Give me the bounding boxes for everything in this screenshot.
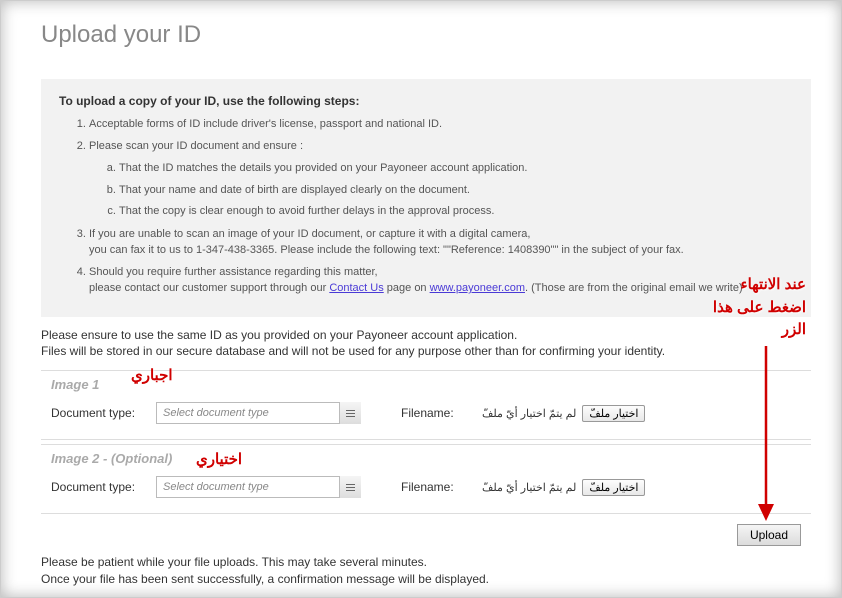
browse-button-2[interactable]: اختيار ملفّ	[582, 479, 645, 496]
instruction-item-1: Acceptable forms of ID include driver's …	[89, 116, 793, 133]
image-2-section: Image 2 - (Optional) Document type: Sele…	[41, 444, 811, 514]
payoneer-link[interactable]: www.payoneer.com	[430, 282, 525, 294]
image-1-title: Image 1	[51, 377, 801, 392]
image-2-title: Image 2 - (Optional)	[51, 451, 801, 466]
sublist-item-c: That the copy is clear enough to avoid f…	[119, 203, 793, 220]
file-status-1: لم يتمّ اختيار أيّ ملفّ	[476, 407, 582, 420]
doc-type-select-2[interactable]: Select document type	[156, 476, 361, 498]
doc-type-label-2: Document type:	[51, 480, 146, 494]
filename-label-2: Filename:	[401, 480, 466, 494]
instruction-item-4: Should you require further assistance re…	[89, 264, 793, 297]
browse-button-1[interactable]: اختيار ملفّ	[582, 405, 645, 422]
file-input-2: اختيار ملفّ لم يتمّ اختيار أيّ ملفّ	[476, 479, 645, 496]
notice-text: Please ensure to use the same ID as you …	[41, 327, 811, 361]
file-input-1: اختيار ملفّ لم يتمّ اختيار أيّ ملفّ	[476, 405, 645, 422]
doc-type-select-wrap-1: Select document type	[156, 402, 361, 424]
instruction-sublist: That the ID matches the details you prov…	[89, 160, 793, 220]
upload-row: Upload	[41, 524, 811, 546]
image-2-row: Document type: Select document type File…	[51, 476, 801, 498]
instructions-heading: To upload a copy of your ID, use the fol…	[59, 94, 793, 108]
upload-button[interactable]: Upload	[737, 524, 801, 546]
page-frame: Upload your ID To upload a copy of your …	[0, 0, 842, 598]
doc-type-select-1[interactable]: Select document type	[156, 402, 361, 424]
sublist-item-b: That your name and date of birth are dis…	[119, 182, 793, 199]
footer-text: Please be patient while your file upload…	[41, 554, 811, 588]
instruction-item-3: If you are unable to scan an image of yo…	[89, 226, 793, 259]
page-title: Upload your ID	[41, 21, 811, 49]
filename-label-1: Filename:	[401, 406, 466, 420]
file-status-2: لم يتمّ اختيار أيّ ملفّ	[476, 481, 582, 494]
instructions-list: Acceptable forms of ID include driver's …	[59, 116, 793, 297]
image-1-section: Image 1 Document type: Select document t…	[41, 370, 811, 440]
doc-type-select-wrap-2: Select document type	[156, 476, 361, 498]
instruction-item-2: Please scan your ID document and ensure …	[89, 138, 793, 220]
contact-us-link[interactable]: Contact Us	[329, 282, 383, 294]
instructions-box: To upload a copy of your ID, use the fol…	[41, 79, 811, 317]
doc-type-label-1: Document type:	[51, 406, 146, 420]
sublist-item-a: That the ID matches the details you prov…	[119, 160, 793, 177]
image-1-row: Document type: Select document type File…	[51, 402, 801, 424]
